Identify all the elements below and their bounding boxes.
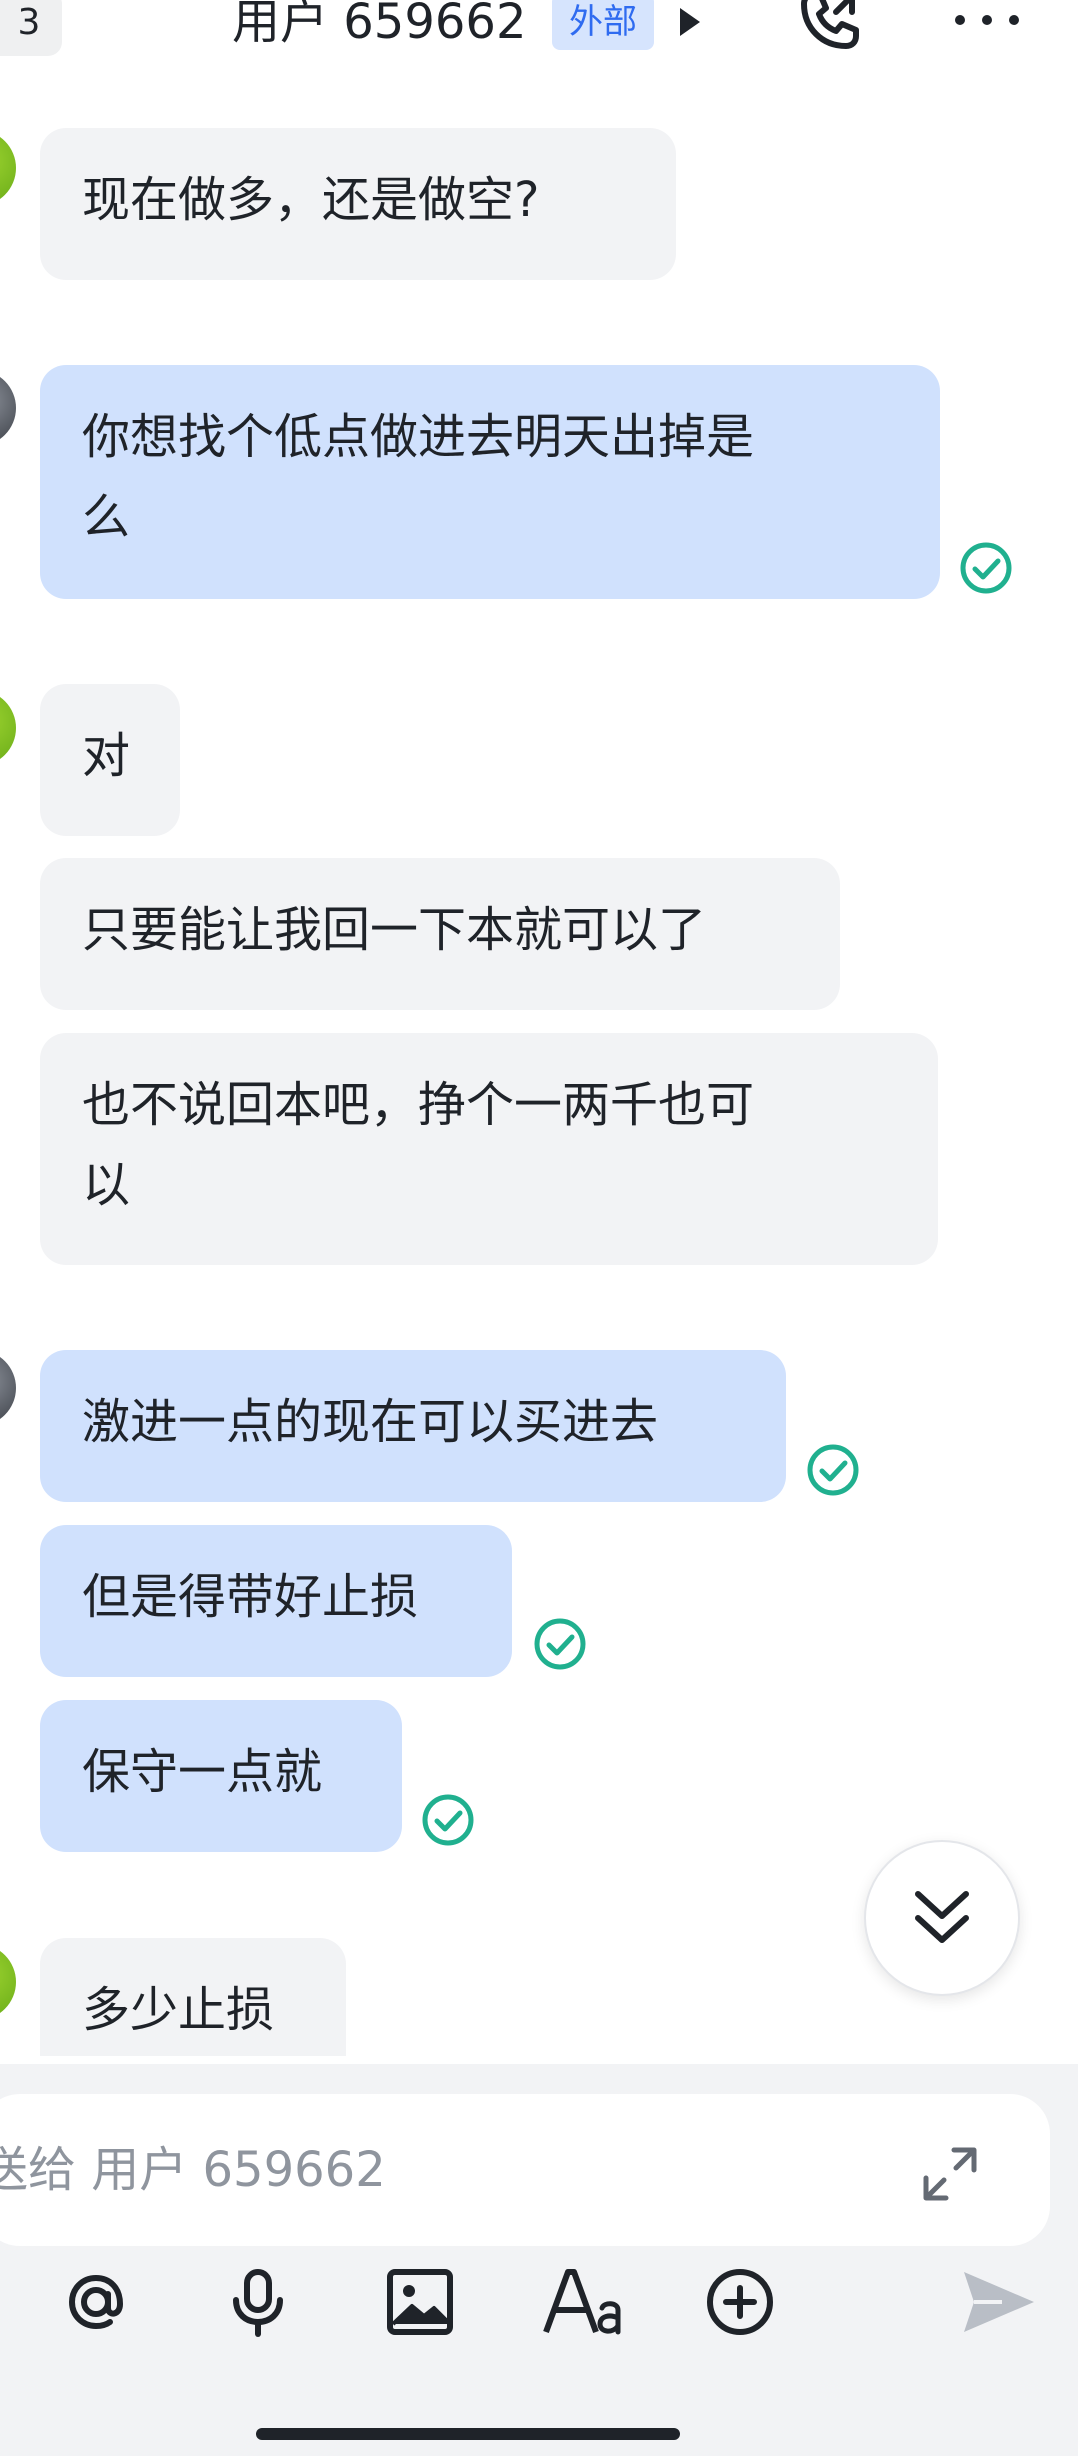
message-text-line: 也不说回本吧，挣个一两千也可: [82, 1077, 755, 1133]
contact-avatar[interactable]: [0, 130, 16, 206]
message-bubble-incoming[interactable]: 现在做多，还是做空?: [40, 128, 676, 280]
message-bubble-outgoing[interactable]: 你想找个低点做进去明天出掉是 么: [40, 365, 940, 599]
play-caret-icon[interactable]: [676, 4, 704, 40]
message-bubble-incoming[interactable]: 多少止损: [40, 1938, 346, 2056]
message-text: 多少止损: [82, 1982, 275, 2038]
my-avatar[interactable]: [0, 1350, 16, 1426]
image-icon[interactable]: [382, 2264, 458, 2340]
phone-icon[interactable]: [790, 0, 864, 60]
text-format-icon[interactable]: [540, 2264, 624, 2340]
composer: 送给 用户 659662: [0, 2064, 1078, 2456]
message-bubble-incoming[interactable]: 对: [40, 684, 180, 836]
chat-title[interactable]: 用户 659662: [232, 0, 527, 52]
message-bubble-incoming[interactable]: 只要能让我回一下本就可以了: [40, 858, 840, 1010]
expand-icon[interactable]: [918, 2142, 982, 2206]
read-check-icon: [807, 1444, 859, 1496]
my-avatar[interactable]: [0, 370, 16, 446]
unread-count-badge[interactable]: 3: [0, 0, 62, 56]
chevron-double-down-icon: [915, 1891, 969, 1943]
home-indicator[interactable]: [256, 2428, 680, 2440]
message-text: 但是得带好止损: [82, 1569, 419, 1625]
external-tag: 外部: [552, 0, 654, 50]
message-text: 对: [82, 728, 131, 784]
read-check-icon: [422, 1794, 474, 1846]
message-text: 只要能让我回一下本就可以了: [82, 902, 707, 958]
message-input-placeholder: 送给 用户 659662: [0, 2142, 386, 2198]
message-text: 激进一点的现在可以买进去: [82, 1394, 659, 1450]
microphone-icon[interactable]: [220, 2264, 296, 2340]
message-list[interactable]: 现在做多，还是做空? 你想找个低点做进去明天出掉是 么 对 只要能让我回一下本就…: [0, 60, 1078, 2056]
scroll-to-bottom-button[interactable]: [864, 1840, 1020, 1996]
message-bubble-outgoing[interactable]: 但是得带好止损: [40, 1525, 512, 1677]
message-input[interactable]: 送给 用户 659662: [0, 2094, 1050, 2246]
contact-avatar[interactable]: [0, 690, 16, 766]
at-icon[interactable]: [58, 2264, 134, 2340]
message-text: 现在做多，还是做空?: [82, 172, 540, 228]
message-text: 保守一点就: [82, 1744, 323, 1800]
message-bubble-outgoing[interactable]: 保守一点就: [40, 1700, 402, 1852]
message-text-line: 以: [82, 1157, 131, 1213]
message-text-line: 么: [82, 489, 131, 545]
message-bubble-outgoing[interactable]: 激进一点的现在可以买进去: [40, 1350, 786, 1502]
plus-circle-icon[interactable]: [702, 2264, 778, 2340]
read-check-icon: [534, 1618, 586, 1670]
message-text-line: 你想找个低点做进去明天出掉是: [82, 409, 755, 465]
chat-header: 3 用户 659662 外部: [0, 0, 1078, 60]
contact-avatar[interactable]: [0, 1944, 16, 2020]
more-icon[interactable]: [952, 8, 1022, 32]
read-check-icon: [960, 542, 1012, 594]
message-bubble-incoming[interactable]: 也不说回本吧，挣个一两千也可 以: [40, 1033, 938, 1265]
send-icon[interactable]: [958, 2264, 1038, 2340]
